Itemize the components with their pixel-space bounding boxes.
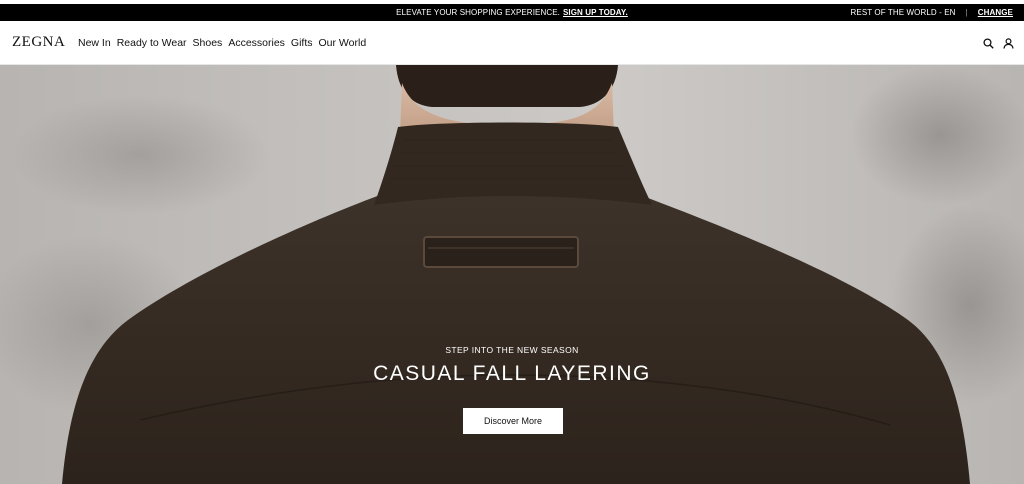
nav-accessories[interactable]: Accessories: [228, 37, 285, 49]
account-icon[interactable]: [1003, 37, 1014, 49]
hero-title: CASUAL FALL LAYERING: [373, 362, 651, 385]
zegna-logo[interactable]: ZEGNA: [12, 34, 65, 51]
header-icons: [983, 21, 1014, 65]
nav-shoes[interactable]: Shoes: [193, 37, 223, 49]
nav-new-in[interactable]: New In: [78, 37, 111, 49]
promo-bar: ELEVATE YOUR SHOPPING EXPERIENCE. SIGN U…: [0, 4, 1024, 21]
region-selector: REST OF THE WORLD - EN | CHANGE: [851, 4, 1014, 21]
nav-gifts[interactable]: Gifts: [291, 37, 313, 49]
sign-up-link[interactable]: SIGN UP TODAY.: [563, 8, 628, 17]
main-nav: New In Ready to Wear Shoes Accessories G…: [78, 21, 366, 65]
promo-message: ELEVATE YOUR SHOPPING EXPERIENCE.: [396, 8, 560, 17]
search-icon[interactable]: [983, 37, 994, 49]
region-label: REST OF THE WORLD - EN: [850, 8, 956, 17]
discover-more-button[interactable]: Discover More: [463, 408, 563, 434]
hero-banner: STEP INTO THE NEW SEASON CASUAL FALL LAY…: [0, 65, 1024, 484]
region-divider: |: [965, 8, 968, 17]
site-header: ZEGNA New In Ready to Wear Shoes Accesso…: [0, 21, 1024, 65]
nav-ready-to-wear[interactable]: Ready to Wear: [117, 37, 187, 49]
change-region-link[interactable]: CHANGE: [978, 8, 1013, 17]
hero-eyebrow: STEP INTO THE NEW SEASON: [445, 345, 579, 355]
nav-our-world[interactable]: Our World: [319, 37, 367, 49]
